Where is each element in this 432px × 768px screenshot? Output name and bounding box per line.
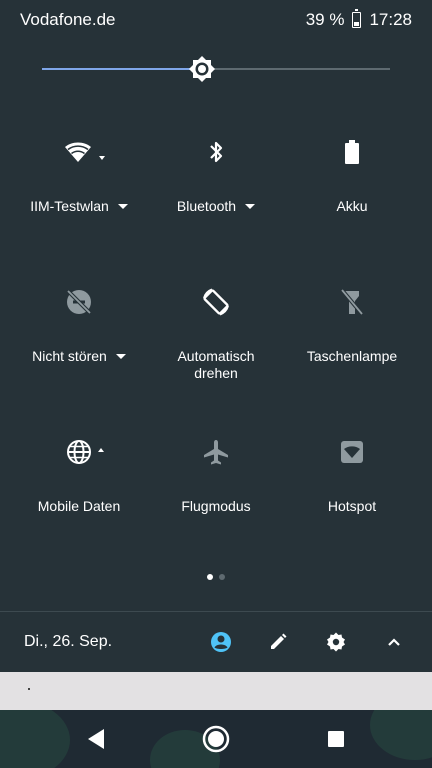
user-icon[interactable] bbox=[209, 630, 233, 654]
battery-percent: 39 % bbox=[305, 10, 345, 29]
page-dot-active[interactable] bbox=[207, 574, 213, 580]
tile-label: Akku bbox=[336, 198, 368, 214]
tile-battery[interactable]: Akku bbox=[280, 132, 424, 252]
tile-hotspot[interactable]: Hotspot bbox=[280, 432, 424, 552]
home-icon[interactable] bbox=[201, 724, 231, 754]
status-right: 39 % 17:28 bbox=[305, 9, 412, 30]
tile-label: Nicht stören bbox=[32, 348, 107, 364]
recents-icon[interactable] bbox=[321, 724, 351, 754]
tile-label: Bluetooth bbox=[176, 198, 237, 214]
globe-icon bbox=[67, 440, 91, 464]
tile-label: Automatisch drehen bbox=[177, 348, 255, 381]
collapse-icon[interactable] bbox=[382, 630, 406, 654]
tile-airplane-mode[interactable]: Flugmodus bbox=[144, 432, 288, 552]
page-indicator bbox=[0, 574, 432, 580]
wallpaper-shape bbox=[0, 710, 70, 768]
navigation-bar bbox=[0, 710, 432, 768]
tile-label: Flugmodus bbox=[181, 498, 251, 514]
tile-wifi[interactable]: IIM-Testwlan bbox=[7, 132, 151, 252]
clock: 17:28 bbox=[369, 10, 412, 29]
tile-label: Taschenlampe bbox=[306, 348, 398, 364]
brightness-fill bbox=[42, 68, 203, 70]
date-label[interactable]: Di., 26. Sep. bbox=[24, 633, 112, 651]
tile-mobile-data[interactable]: Mobile Daten bbox=[7, 432, 151, 552]
notification-shade-background bbox=[0, 672, 432, 710]
tile-bluetooth[interactable]: Bluetooth bbox=[144, 132, 288, 252]
chevron-down-icon[interactable] bbox=[245, 204, 256, 209]
quick-settings-footer: Di., 26. Sep. bbox=[0, 612, 432, 672]
tile-label: IIM-Testwlan bbox=[30, 198, 109, 214]
tile-flashlight[interactable]: Taschenlampe bbox=[280, 282, 424, 402]
wifi-dropdown-indicator bbox=[99, 156, 105, 160]
chevron-down-icon[interactable] bbox=[117, 204, 128, 209]
carrier-name: Vodafone.de bbox=[20, 10, 116, 29]
battery-status-icon bbox=[352, 9, 362, 28]
battery-icon bbox=[345, 140, 359, 164]
wallpaper-shape bbox=[370, 710, 432, 760]
edit-icon[interactable] bbox=[266, 630, 290, 654]
mobile-data-indicator bbox=[98, 448, 104, 452]
tile-label: Mobile Daten bbox=[37, 498, 121, 514]
flashlight-off-icon bbox=[340, 288, 364, 316]
back-icon[interactable] bbox=[81, 724, 111, 754]
airplane-icon bbox=[204, 440, 228, 465]
strip-dot bbox=[28, 688, 30, 690]
tile-auto-rotate[interactable]: Automatisch drehen bbox=[144, 282, 288, 402]
do-not-disturb-off-icon bbox=[66, 289, 92, 315]
status-bar: Vodafone.de 39 % 17:28 bbox=[0, 0, 432, 40]
brightness-slider[interactable] bbox=[42, 55, 390, 83]
hotspot-icon bbox=[341, 441, 363, 463]
tile-label: Hotspot bbox=[327, 498, 377, 514]
page-dot[interactable] bbox=[219, 574, 225, 580]
wifi-icon bbox=[65, 142, 91, 162]
tile-do-not-disturb[interactable]: Nicht stören bbox=[7, 282, 151, 402]
bluetooth-icon bbox=[210, 141, 223, 163]
brightness-icon[interactable] bbox=[188, 55, 216, 83]
auto-rotate-icon bbox=[203, 288, 229, 316]
settings-icon[interactable] bbox=[324, 630, 348, 654]
chevron-down-icon[interactable] bbox=[115, 354, 126, 359]
